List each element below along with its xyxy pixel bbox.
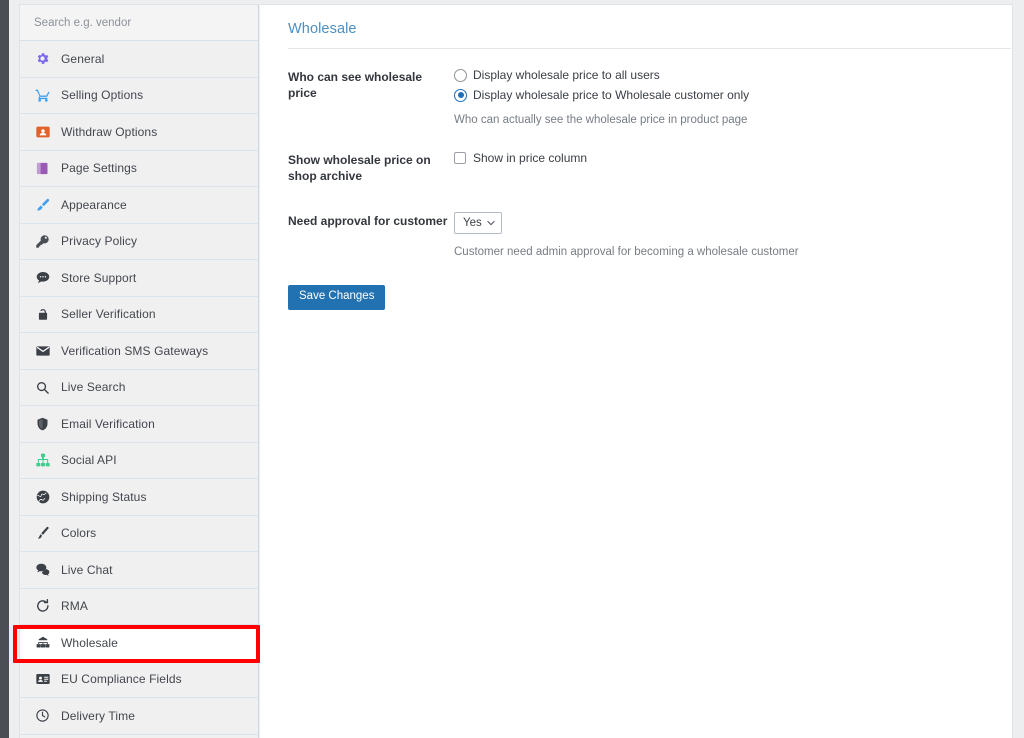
sidebar-item-label: Selling Options <box>61 88 144 103</box>
chat-bubbles-icon <box>34 561 51 578</box>
radio-option-all-users[interactable]: Display wholesale price to all users <box>454 68 660 82</box>
pages-icon <box>34 160 51 177</box>
page-title: Wholesale <box>288 21 357 37</box>
sidebar-item-colors[interactable]: Colors <box>20 515 258 552</box>
globe-icon <box>34 488 51 505</box>
sidebar-item-shipping-status[interactable]: Shipping Status <box>20 479 258 516</box>
shield-icon <box>34 415 51 432</box>
radio-icon-all-users[interactable] <box>454 68 467 82</box>
checkbox-option-show-in-price-column[interactable]: Show in price column <box>454 151 984 165</box>
field-label: Who can see wholesale price <box>288 70 423 100</box>
speech-bubble-icon <box>34 269 51 286</box>
id-card-icon <box>34 671 51 688</box>
radio-option-wholesale-only[interactable]: Display wholesale price to Wholesale cus… <box>454 88 749 102</box>
settings-content-panel: Wholesale Who can see wholesale price Di… <box>260 4 1013 738</box>
shopping-cart-icon <box>34 87 51 104</box>
sidebar-item-verification-sms-gateways[interactable]: Verification SMS Gateways <box>20 333 258 370</box>
sidebar-item-label: Live Chat <box>61 562 113 577</box>
app-window: General Selling Options Withdraw Options Pa… <box>0 0 1024 738</box>
field-label: Show wholesale price on shop archive <box>288 153 431 183</box>
gear-icon <box>34 50 51 67</box>
title-divider <box>288 48 1011 49</box>
helper-text-need-approval: Customer need admin approval for becomin… <box>454 246 799 258</box>
sidebar-item-label: Withdraw Options <box>61 124 158 139</box>
sidebar-item-label: Live Search <box>61 380 126 395</box>
sidebar-item-general[interactable]: General <box>20 41 258 78</box>
sidebar-item-rma[interactable]: RMA <box>20 588 258 625</box>
radio-label-wholesale-only: Display wholesale price to Wholesale cus… <box>473 88 750 102</box>
sidebar-item-label: EU Compliance Fields <box>61 672 182 687</box>
sidebar-item-seller-verification[interactable]: Seller Verification <box>20 296 258 333</box>
sidebar-item-selling-options[interactable]: Selling Options <box>20 77 258 114</box>
sidebar-item-label: Page Settings <box>61 161 138 176</box>
need-approval-selected-value: Yes <box>463 217 482 229</box>
sidebar-item-live-search[interactable]: Live Search <box>20 369 258 406</box>
sidebar-item-wholesale[interactable]: Wholesale <box>20 625 258 662</box>
lock-icon <box>34 306 51 323</box>
sidebar-item-withdraw-options[interactable]: Withdraw Options <box>20 114 258 151</box>
search-input[interactable] <box>34 16 234 29</box>
save-changes-button[interactable]: Save Changes <box>288 285 386 310</box>
sidebar-item-label: RMA <box>61 599 88 614</box>
checkbox-icon-show-in-price-column[interactable] <box>454 152 466 164</box>
sidebar-item-label: Email Verification <box>61 416 155 431</box>
wholesale-icon <box>34 634 51 651</box>
sidebar-item-email-verification[interactable]: Email Verification <box>20 406 258 443</box>
sidebar-item-live-chat[interactable]: Live Chat <box>20 552 258 589</box>
sidebar-item-appearance[interactable]: Appearance <box>20 187 258 224</box>
sidebar-item-label: Privacy Policy <box>61 234 138 249</box>
sitemap-icon <box>34 452 51 469</box>
sidebar-item-label: Delivery Time <box>61 708 135 723</box>
sidebar-item-page-settings[interactable]: Page Settings <box>20 150 258 187</box>
sidebar-item-label: Social API <box>61 453 117 468</box>
envelope-icon <box>34 342 51 359</box>
sidebar-search-row[interactable] <box>20 5 258 41</box>
sidebar-item-label: Verification SMS Gateways <box>61 343 209 358</box>
sidebar-item-privacy-policy[interactable]: Privacy Policy <box>20 223 258 260</box>
paintbrush-icon <box>34 196 51 213</box>
radio-label-all-users: Display wholesale price to all users <box>473 68 660 82</box>
sidebar-item-label: Seller Verification <box>61 307 156 322</box>
sidebar-item-label: General <box>61 51 105 66</box>
field-who-can-see: Who can see wholesale price Display whol… <box>288 68 984 128</box>
helper-text-who-can-see: Who can actually see the wholesale price… <box>454 114 748 126</box>
radio-icon-wholesale-only[interactable] <box>454 88 467 102</box>
withdraw-card-icon <box>34 123 51 140</box>
settings-sidebar: General Selling Options Withdraw Options Pa… <box>19 4 259 738</box>
field-show-on-archive: Show wholesale price on shop archive Sho… <box>288 151 984 184</box>
sidebar-item-delivery-time[interactable]: Delivery Time <box>20 698 258 735</box>
field-need-approval: Need approval for customer Yes Customer … <box>288 212 984 260</box>
admin-left-rail <box>0 0 9 738</box>
search-icon <box>34 379 51 396</box>
sidebar-item-store-support[interactable]: Store Support <box>20 260 258 297</box>
key-icon <box>34 233 51 250</box>
brush-icon <box>34 525 51 542</box>
sidebar-item-label: Colors <box>61 526 97 541</box>
need-approval-select[interactable]: Yes <box>454 212 502 234</box>
clock-icon <box>34 707 51 724</box>
sidebar-item-label: Store Support <box>61 270 137 285</box>
field-label: Need approval for customer <box>288 214 448 228</box>
sidebar-item-label: Shipping Status <box>61 489 147 504</box>
sidebar-item-social-api[interactable]: Social API <box>20 442 258 479</box>
sidebar-nav-list: General Selling Options Withdraw Options Pa… <box>20 41 258 735</box>
refresh-arrow-icon <box>34 598 51 615</box>
sidebar-item-label: Wholesale <box>61 635 118 650</box>
radio-group-who-can-see: Display wholesale price to all users Dis… <box>454 68 984 102</box>
checkbox-label-show-in-price-column: Show in price column <box>473 151 588 165</box>
chevron-down-icon <box>487 218 495 226</box>
sidebar-item-label: Appearance <box>61 197 127 212</box>
sidebar-item-eu-compliance-fields[interactable]: EU Compliance Fields <box>20 661 258 698</box>
